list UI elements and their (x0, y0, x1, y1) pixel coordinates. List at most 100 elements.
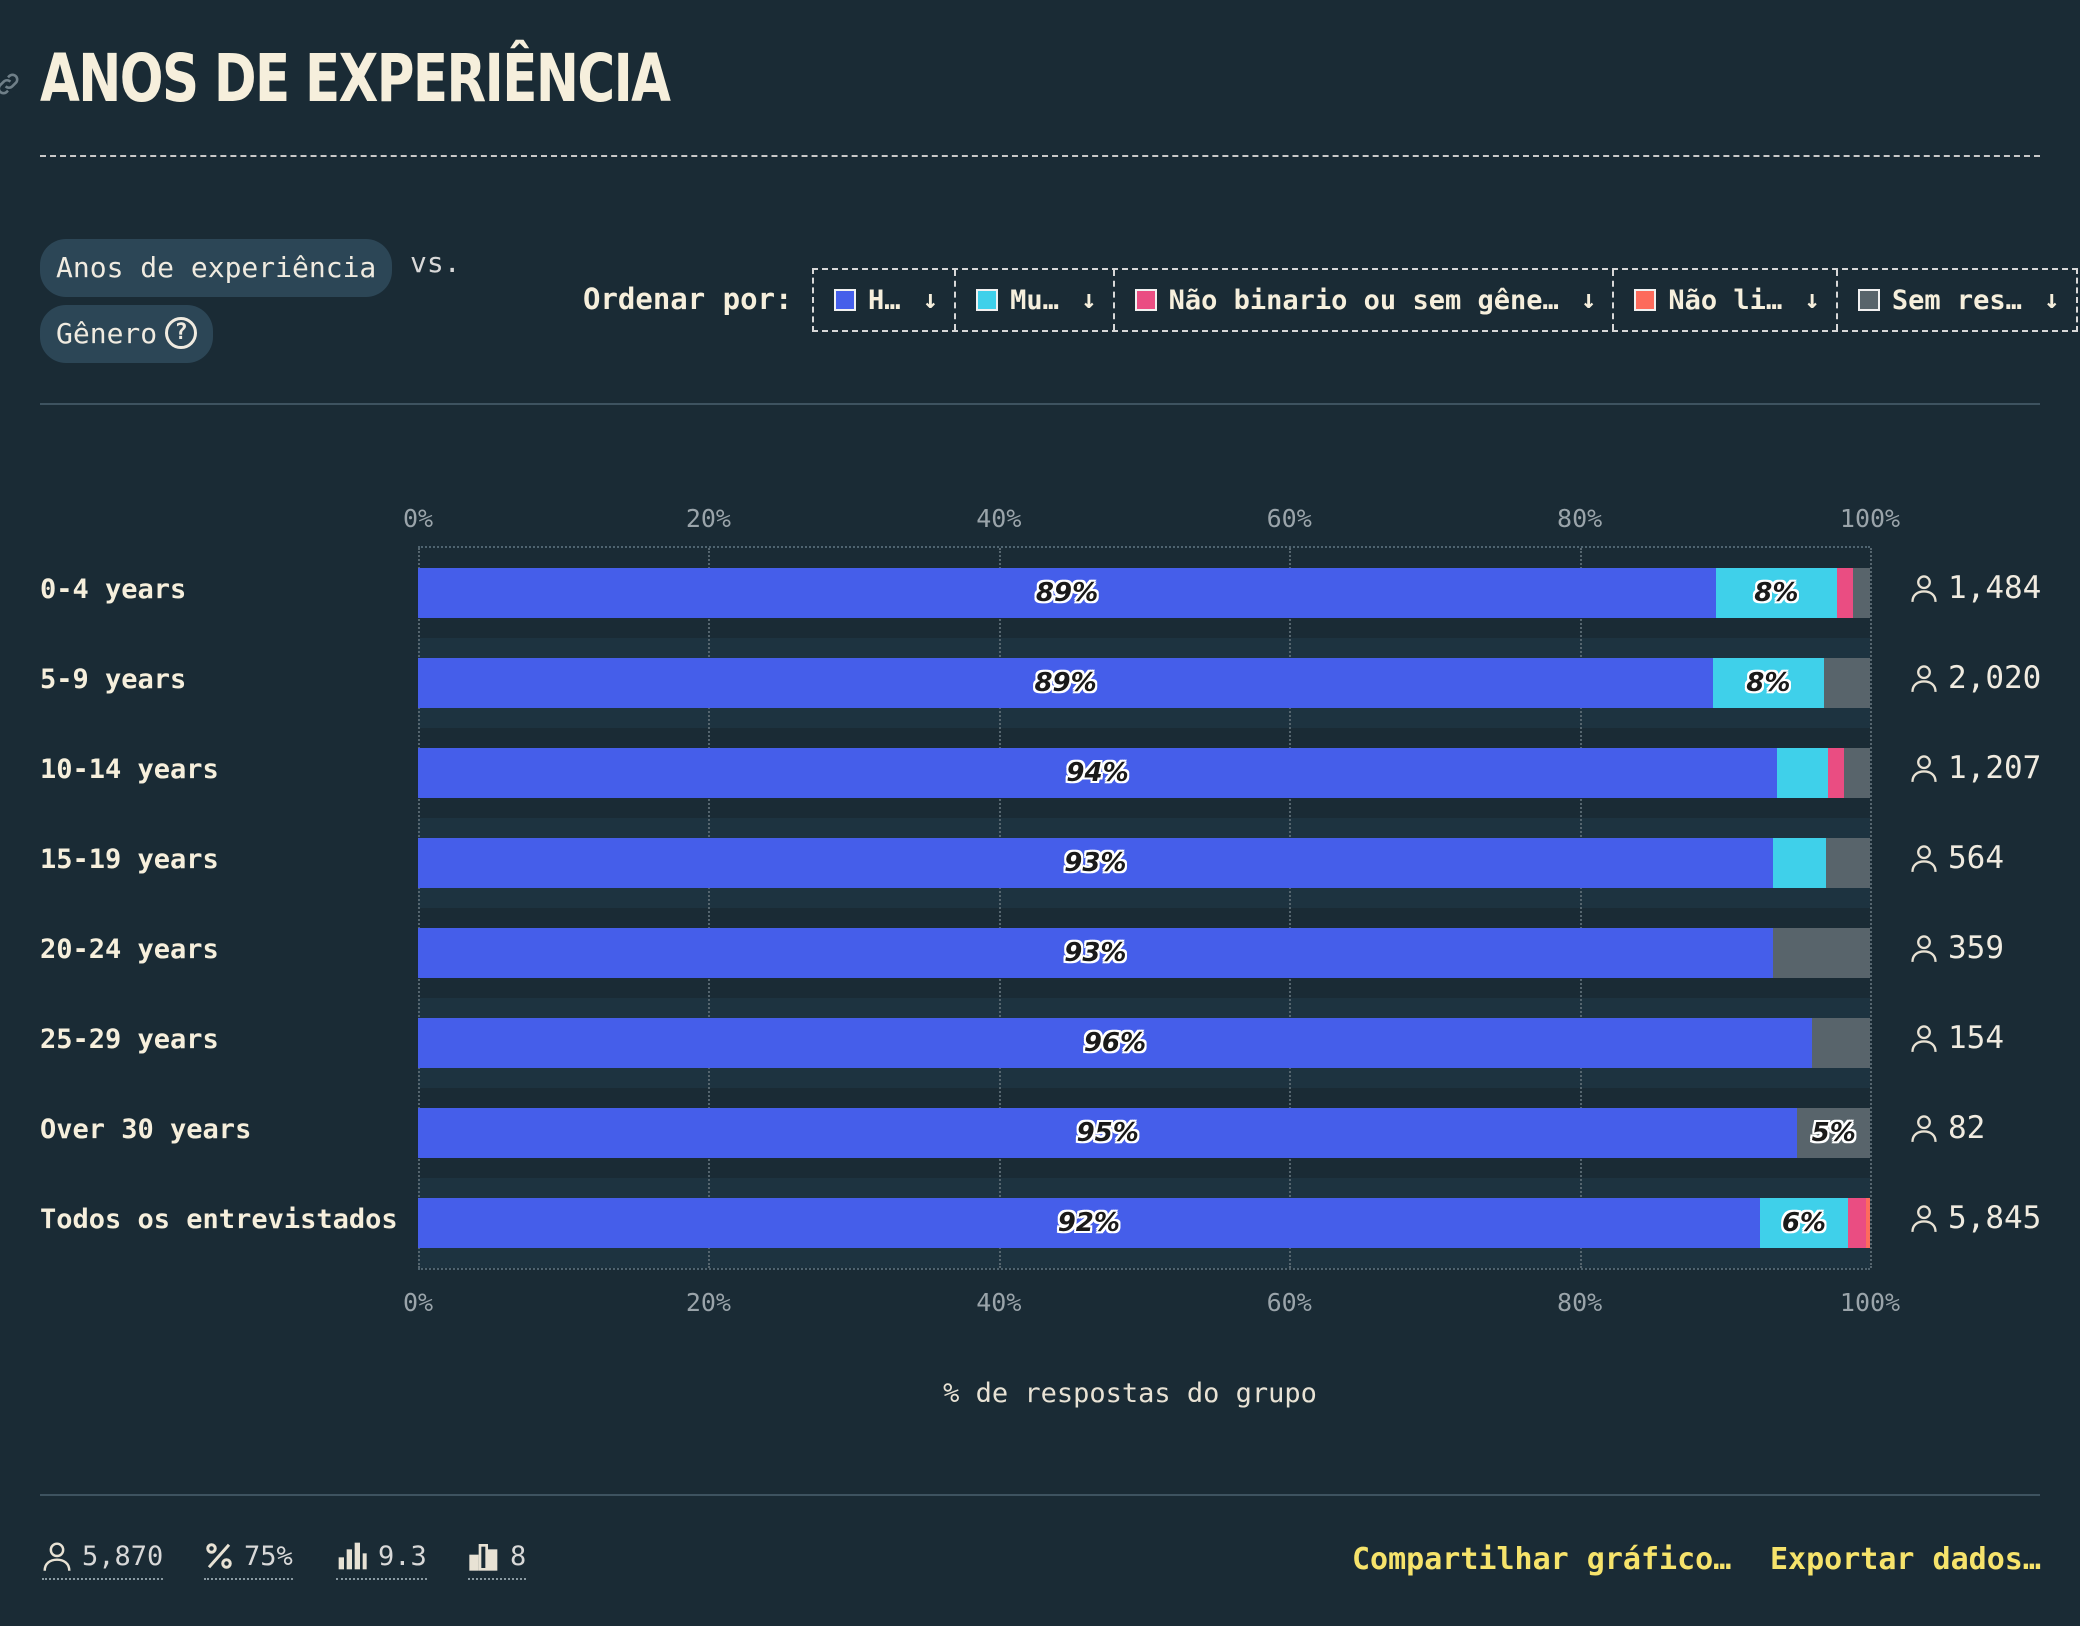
person-icon (1911, 1205, 1937, 1232)
data-label: 8% (1746, 668, 1791, 698)
histogram-icon (469, 1544, 498, 1571)
x-tick-label: 100% (1839, 1288, 1901, 1317)
sort-arrow-icon: ↓ (1080, 285, 1097, 315)
person-icon (1911, 845, 1937, 872)
legend-swatch (976, 289, 999, 311)
percent-icon (206, 1543, 232, 1569)
respondent-count-value: 82 (1948, 1110, 1986, 1146)
question-pill[interactable]: Anos de experiência (40, 239, 393, 297)
mean-value: 9.3 (378, 1540, 427, 1572)
legend-swatch (1134, 289, 1157, 311)
data-label: 93% (1064, 848, 1127, 878)
x-tick-label: 60% (1266, 1288, 1312, 1317)
compare-pill-label: Gênero (56, 317, 158, 350)
help-icon[interactable]: ? (165, 317, 198, 349)
bar-segment[interactable] (1865, 1198, 1870, 1248)
data-label: 5% (1811, 1118, 1856, 1148)
sort-button-label: Não li… (1668, 284, 1783, 316)
respondent-count: 1,484 (1910, 570, 2041, 606)
respondent-count-value: 154 (1948, 1020, 2004, 1056)
x-tick-label: 80% (1557, 504, 1603, 533)
question-pill-label: Anos de experiência (56, 251, 377, 284)
category-label: 20-24 years (40, 934, 219, 965)
bar-chart-icon (338, 1542, 367, 1570)
sort-button-3[interactable]: Não li… ↓ (1614, 270, 1838, 330)
compare-pill[interactable]: Gênero? (40, 305, 214, 363)
category-label: Todos os entrevistados (40, 1204, 398, 1235)
person-icon (1911, 755, 1937, 782)
category-label: 15-19 years (40, 844, 219, 875)
sort-button-label: Sem res… (1891, 284, 2022, 316)
respondent-count: 82 (1910, 1110, 1985, 1146)
respondents-stat[interactable]: 5,870 (42, 1540, 164, 1580)
bar-segment[interactable] (1777, 748, 1828, 798)
x-tick-label: 20% (685, 504, 731, 533)
sort-arrow-icon: ↓ (1580, 285, 1597, 315)
respondent-count: 564 (1910, 840, 2004, 876)
sort-arrow-icon: ↓ (2043, 285, 2060, 315)
bar-segment[interactable] (1848, 1198, 1866, 1248)
percent-value: 75% (244, 1540, 293, 1572)
data-label: 94% (1066, 758, 1129, 788)
mean-stat[interactable]: 9.3 (336, 1540, 427, 1580)
x-tick-label: 60% (1266, 504, 1312, 533)
bar-segment[interactable] (1772, 928, 1870, 978)
gridline (1579, 548, 1582, 1268)
x-tick-label: 40% (976, 504, 1022, 533)
respondent-count-value: 1,484 (1948, 570, 2042, 606)
respondent-count-value: 564 (1948, 840, 2004, 876)
share-chart-link[interactable]: Compartilhar gráfico… (1352, 1542, 1731, 1577)
bar-segment[interactable] (1836, 568, 1853, 618)
gridline (1870, 548, 1872, 1268)
export-data-link[interactable]: Exportar dados… (1770, 1542, 2041, 1577)
sort-arrow-icon: ↓ (922, 285, 939, 315)
sort-options: H… ↓ Mu… ↓ Não binario ou sem gêne… ↓ Não li… ↓… (812, 268, 2078, 332)
data-label: 96% (1083, 1028, 1147, 1058)
gridline (998, 548, 1001, 1268)
person-icon (43, 1542, 71, 1571)
category-label: 5-9 years (40, 664, 187, 695)
legend-swatch (1857, 289, 1880, 311)
bar-segment[interactable] (1823, 658, 1870, 708)
category-label: 25-29 years (40, 1024, 219, 1055)
respondent-count-value: 2,020 (1948, 660, 2042, 696)
sort-arrow-icon: ↓ (1804, 285, 1820, 315)
x-tick-label: 20% (685, 1288, 731, 1317)
data-label: 92% (1057, 1208, 1120, 1238)
person-icon (1911, 1025, 1937, 1052)
controls-divider (40, 403, 2040, 405)
respondent-count: 5,845 (1910, 1200, 2041, 1236)
respondent-count: 1,207 (1910, 750, 2041, 786)
x-tick-label: 100% (1839, 504, 1901, 533)
person-icon (1911, 665, 1937, 692)
bar-segment[interactable] (1811, 1018, 1870, 1068)
data-label: 89% (1035, 578, 1099, 608)
legend-swatch (834, 289, 856, 311)
respondent-count: 154 (1910, 1020, 2004, 1056)
bar-segment[interactable] (1843, 748, 1870, 798)
sort-button-label: Mu… (1010, 284, 1059, 316)
person-icon (1911, 1115, 1937, 1142)
x-tick-label: 0% (402, 504, 434, 533)
bar-segment[interactable] (1772, 838, 1827, 888)
respondent-count-value: 1,207 (1948, 750, 2042, 786)
link-icon[interactable] (0, 70, 22, 98)
sort-button-0[interactable]: H… ↓ (814, 270, 957, 330)
bins-value: 8 (510, 1540, 527, 1572)
bar-segment[interactable] (1827, 748, 1844, 798)
page-title: ANOS DE EXPERIÊNCIA (40, 40, 671, 117)
respondents-value: 5,870 (82, 1540, 164, 1572)
bins-stat[interactable]: 8 (468, 1540, 527, 1580)
sort-button-1[interactable]: Mu… ↓ (956, 270, 1115, 330)
sort-button-4[interactable]: Sem res… ↓ (1838, 270, 2076, 330)
percent-stat[interactable]: 75% (204, 1540, 293, 1580)
bar-segment[interactable] (1826, 838, 1870, 888)
respondent-count-value: 359 (1948, 930, 2004, 966)
x-tick-label: 80% (1557, 1288, 1603, 1317)
gridline (708, 548, 711, 1268)
sort-button-label: Não binario ou sem gêne… (1168, 284, 1559, 316)
title-divider (40, 155, 2040, 157)
vs-label: vs. (410, 246, 461, 279)
sort-button-2[interactable]: Não binario ou sem gêne… ↓ (1115, 270, 1615, 330)
bar-segment[interactable] (1852, 568, 1870, 618)
